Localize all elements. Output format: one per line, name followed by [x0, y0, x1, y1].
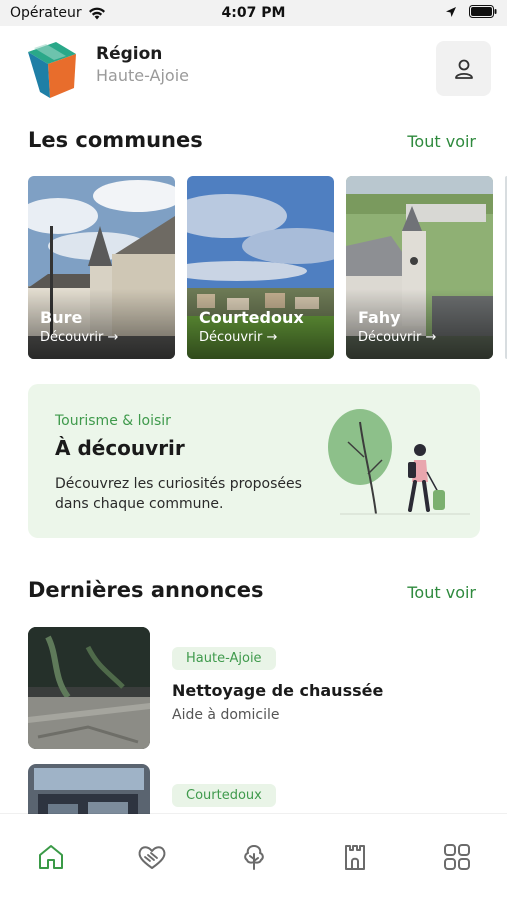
tab-menu[interactable] [440, 840, 474, 874]
communes-carousel[interactable]: Bure Découvrir → Courtedoux Découvrir → [28, 176, 507, 359]
announcement-title: Nettoyage de chaussée [172, 681, 384, 700]
profile-button[interactable] [436, 41, 491, 96]
commune-card-fahy[interactable]: Fahy Découvrir → [346, 176, 493, 359]
location-arrow-icon [446, 6, 456, 17]
wifi-icon [88, 7, 105, 19]
tree-icon [244, 845, 264, 870]
announcement-subtitle: Aide à domicile [172, 707, 280, 723]
announcements-section-title: Dernières annonces [28, 578, 264, 602]
announcement-badge: Courtedoux [172, 784, 276, 807]
discover-promo-card[interactable]: Tourisme & loisir À découvrir Découvrez … [28, 384, 480, 538]
traveler-illustration [328, 409, 470, 515]
handshake-heart-icon [138, 846, 166, 869]
carrier-label: Opérateur [10, 5, 82, 21]
promo-description: Découvrez les curiosités proposées dans … [55, 476, 302, 512]
commune-name: Courtedoux [199, 308, 304, 327]
tab-community[interactable] [135, 840, 169, 874]
commune-name: Fahy [358, 308, 401, 327]
battery-icon [469, 5, 497, 18]
home-icon [39, 845, 63, 869]
commune-name: Bure [40, 308, 83, 327]
communes-see-all-link[interactable]: Tout voir [407, 132, 476, 151]
commune-discover-link[interactable]: Découvrir → [40, 330, 118, 345]
tab-nature[interactable] [237, 840, 271, 874]
region-logo-icon [26, 38, 78, 98]
tab-home[interactable] [34, 840, 68, 874]
commune-discover-link[interactable]: Découvrir → [358, 330, 436, 345]
castle-tower-icon [345, 845, 365, 870]
communes-section-title: Les communes [28, 128, 203, 152]
status-bar: Opérateur 4:07 PM [0, 0, 507, 26]
promo-category: Tourisme & loisir [55, 413, 171, 429]
announcement-item[interactable]: Haute-Ajoie Nettoyage de chaussée Aide à… [28, 627, 478, 749]
commune-card-courtedoux[interactable]: Courtedoux Découvrir → [187, 176, 334, 359]
announcement-thumbnail [28, 627, 150, 749]
status-right [445, 5, 497, 18]
user-icon [454, 59, 473, 79]
status-left: Opérateur [10, 5, 106, 21]
bottom-tab-bar [0, 814, 507, 900]
announcements-see-all-link[interactable]: Tout voir [407, 583, 476, 602]
commune-discover-link[interactable]: Découvrir → [199, 330, 277, 345]
promo-title: À découvrir [55, 436, 185, 460]
app-header: Région Haute-Ajoie [0, 26, 507, 112]
tab-heritage[interactable] [338, 840, 372, 874]
region-subtitle: Haute-Ajoie [96, 66, 189, 85]
announcement-badge: Haute-Ajoie [172, 647, 276, 670]
commune-card-bure[interactable]: Bure Découvrir → [28, 176, 175, 359]
region-title: Région [96, 44, 163, 64]
grid-menu-icon [444, 844, 470, 870]
